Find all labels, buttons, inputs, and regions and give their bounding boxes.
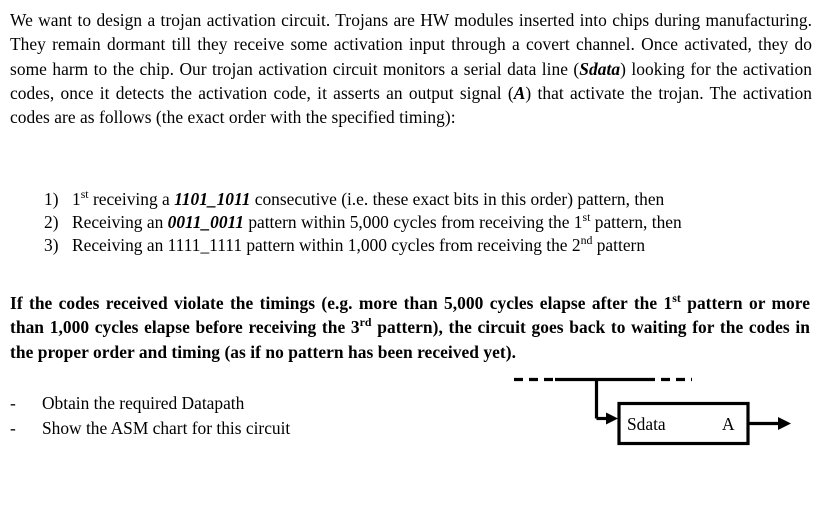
list-item: - Obtain the required Datapath — [0, 391, 420, 416]
list-item-marker: 3) — [44, 235, 59, 255]
list-item-marker: 1) — [44, 189, 59, 209]
code-2-suffix: pattern within 5,000 cycles from receivi… — [243, 212, 583, 232]
list-item-text: Receiving an 0011_0011 pattern within 5,… — [72, 211, 682, 234]
code-1-prefix: 1 — [72, 189, 81, 209]
timing-violation-paragraph: If the codes received violate the timing… — [10, 291, 810, 364]
sdata-input-label: Sdata — [627, 414, 666, 434]
output-arrowhead — [778, 417, 791, 430]
intro-paragraph: We want to design a trojan activation ci… — [10, 8, 812, 129]
code-1-suffix: consecutive (i.e. these exact bits in th… — [250, 189, 665, 209]
document-page: We want to design a trojan activation ci… — [0, 0, 828, 518]
a-output-label: A — [722, 414, 735, 434]
sdata-symbol: Sdata — [579, 58, 621, 79]
code-1-pattern: 1101_1011 — [174, 189, 251, 209]
violation-ordinal-2: rd — [359, 315, 372, 330]
list-item: 3) Receiving an 1111_1111 pattern within… — [0, 234, 812, 257]
code-1-ordinal: st — [80, 187, 89, 202]
input-arrowhead — [606, 412, 618, 425]
violation-text-part-1: If the codes received violate the timing… — [10, 293, 673, 313]
code-3-ordinal: nd — [580, 233, 593, 248]
violation-ordinal-1: st — [672, 291, 681, 306]
code-2-prefix: Receiving an — [72, 212, 168, 232]
list-item-marker: 2) — [44, 212, 59, 232]
code-3-suffix-2: pattern — [592, 235, 646, 255]
code-1-mid: receiving a — [88, 189, 175, 209]
list-item: 1) 1st receiving a 1101_1011 consecutive… — [0, 188, 812, 211]
list-item-label: Obtain the required Datapath — [42, 393, 245, 413]
list-item: 2) Receiving an 0011_0011 pattern within… — [0, 211, 812, 234]
list-item: - Show the ASM chart for this circuit — [0, 416, 420, 441]
code-3-pattern: 1111_1111 — [167, 235, 243, 255]
code-2-pattern: 0011_0011 — [167, 212, 244, 232]
list-item-text: Receiving an 1111_1111 pattern within 1,… — [72, 234, 645, 257]
list-item-text: 1st receiving a 1101_1011 consecutive (i… — [72, 188, 664, 211]
code-3-suffix: pattern within 1,000 cycles from receivi… — [242, 235, 581, 255]
a-symbol: A — [513, 82, 526, 103]
tasks-list: - Obtain the required Datapath - Show th… — [0, 391, 420, 441]
circuit-block-diagram: Sdata A — [500, 366, 810, 466]
list-item-marker: - — [10, 393, 16, 413]
activation-codes-list: 1) 1st receiving a 1101_1011 consecutive… — [0, 188, 812, 257]
list-item-label: Show the ASM chart for this circuit — [42, 418, 291, 438]
list-item-marker: - — [10, 418, 16, 438]
code-2-suffix-2: pattern, then — [590, 212, 682, 232]
code-3-prefix: Receiving an — [72, 235, 168, 255]
